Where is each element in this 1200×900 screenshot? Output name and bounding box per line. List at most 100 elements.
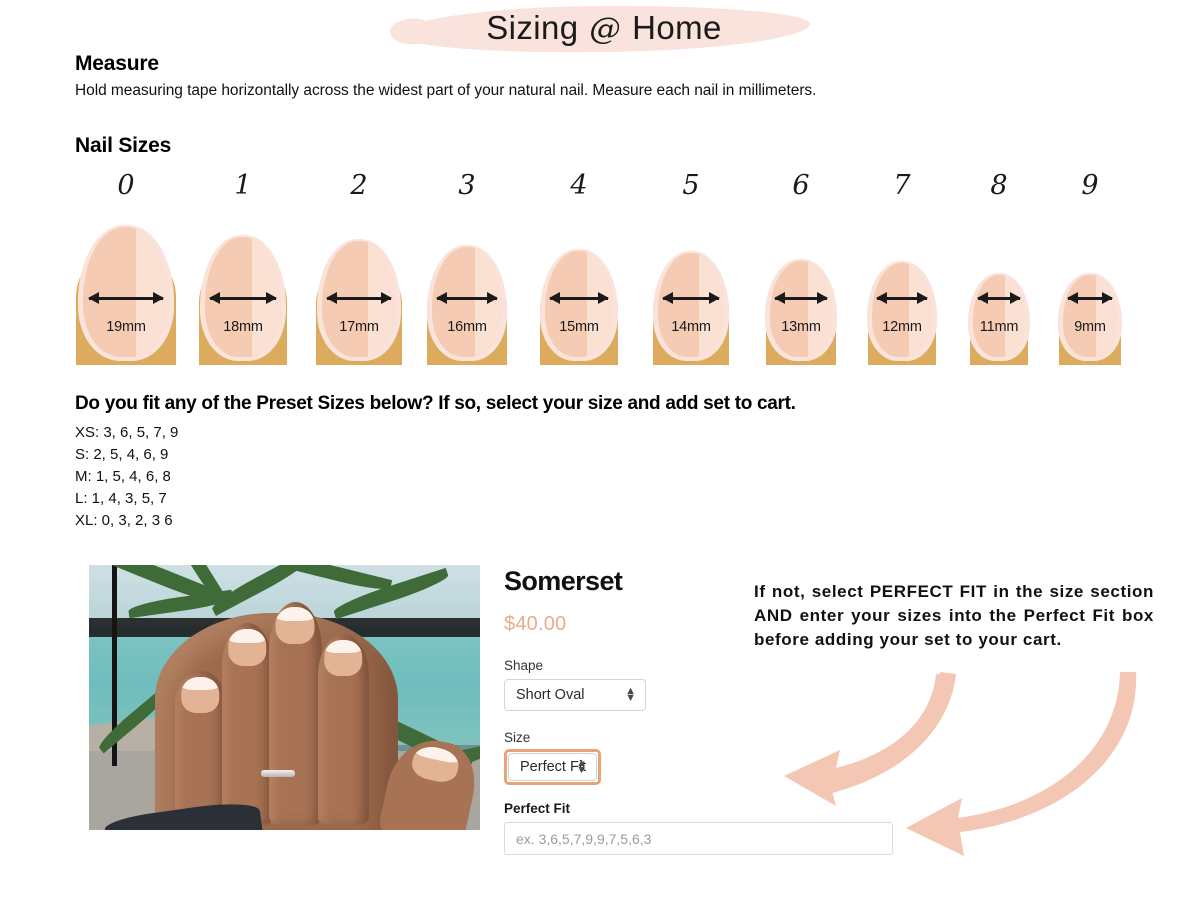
perfect-fit-label: Perfect Fit (504, 801, 571, 816)
nail-highlight (808, 261, 832, 357)
arrow-head-right-icon (598, 291, 609, 304)
nail-size-number: 3 (458, 170, 476, 201)
finger-nail (181, 676, 220, 713)
arrow-head-right-icon (917, 291, 928, 304)
arrow-head-left-icon (326, 291, 337, 304)
finger (317, 633, 369, 825)
nail-measurement-label: 16mm (447, 319, 487, 335)
product-price: $40.00 (504, 613, 567, 635)
arrow-head-right-icon (266, 291, 277, 304)
nail-measurement-label: 17mm (339, 319, 379, 335)
arrow-head-left-icon (1067, 291, 1078, 304)
nail-size-chart: 0 19mm 1 18mm 2 17mm 3 16mm 4 15mm 5 14mm 6 13mm 7 12mm… (0, 170, 1200, 365)
sizing-guide-page: Sizing @ Home Measure Hold measuring tap… (0, 0, 1200, 900)
finger-nail (228, 629, 267, 666)
arrow-head-left-icon (436, 291, 447, 304)
nail-plate (1063, 275, 1117, 357)
measurement-arrow (88, 291, 164, 305)
measurement-arrow (662, 291, 720, 305)
nail-measurement-label: 9mm (1074, 319, 1106, 335)
at-symbol-icon: @ (589, 12, 622, 47)
finger-nail (275, 606, 315, 645)
nail-plate (658, 253, 724, 357)
nail-sizes-heading: Nail Sizes (75, 134, 172, 157)
measure-heading: Measure (75, 52, 159, 75)
shape-select-value: Short Oval (516, 687, 585, 703)
page-title-banner: Sizing @ Home (0, 0, 1200, 58)
chevron-updown-icon: ▲ ▼ (576, 757, 587, 776)
arrow-to-size-select (784, 674, 952, 806)
product-photo (89, 565, 480, 830)
page-title: Sizing @ Home (398, 9, 810, 47)
arrow-head-right-icon (1010, 291, 1021, 304)
arrow-head-left-icon (88, 291, 99, 304)
nail-size-number: 2 (350, 170, 368, 201)
nail-measurement-label: 15mm (559, 319, 599, 335)
arrow-head-right-icon (817, 291, 828, 304)
nail-plate (973, 275, 1025, 357)
arrow-head-right-icon (1102, 291, 1113, 304)
finger (221, 623, 273, 825)
nail-plate (872, 263, 932, 357)
arrow-head-right-icon (153, 291, 164, 304)
nail-size-number: 5 (682, 170, 700, 201)
arrow-head-left-icon (977, 291, 988, 304)
arrow-to-size-select-shaft (816, 672, 956, 796)
size-label: Size (504, 730, 531, 745)
preset-sizes-list: XS: 3, 6, 5, 7, 9 S: 2, 5, 4, 6, 9 M: 1, 5… (75, 422, 178, 532)
nail-measurement-label: 11mm (979, 319, 1019, 335)
arrow-head-right-icon (381, 291, 392, 304)
nail-highlight (698, 253, 724, 357)
thumb-nail (409, 742, 463, 786)
arrow-shaft (89, 296, 163, 300)
measurement-arrow (1067, 291, 1113, 305)
shape-select[interactable]: Short Oval ▲ ▼ (504, 679, 646, 711)
nail-size-number: 4 (570, 170, 588, 201)
measurement-arrow (209, 291, 277, 305)
arrow-head-right-icon (487, 291, 498, 304)
shape-label: Shape (504, 658, 544, 673)
chevron-updown-icon: ▲ ▼ (625, 685, 636, 704)
preset-size-row: M: 1, 5, 4, 6, 8 (75, 468, 171, 485)
nail-size-number: 9 (1081, 170, 1099, 201)
preset-sizes-heading: Do you fit any of the Preset Sizes below… (75, 393, 796, 414)
finger (268, 602, 322, 825)
arrow-head-left-icon (549, 291, 560, 304)
measurement-arrow (977, 291, 1021, 305)
preset-size-row: S: 2, 5, 4, 6, 9 (75, 446, 169, 463)
nail-size-item: 3 16mm (407, 170, 527, 365)
measurement-arrow (549, 291, 609, 305)
ring (261, 770, 296, 777)
nail-measurement-label: 13mm (781, 319, 821, 335)
nail-size-item: 9 9mm (1030, 170, 1150, 365)
perfect-fit-note: If not, select PERFECT FIT in the size s… (754, 582, 1154, 649)
arrow-head-right-icon (709, 291, 720, 304)
nail-measurement-label: 18mm (223, 319, 263, 335)
nail-highlight (1096, 275, 1117, 357)
nail-size-item: 4 15mm (519, 170, 639, 365)
measure-instructions: Hold measuring tape horizontally across … (75, 82, 817, 99)
preset-size-row: L: 1, 4, 3, 5, 7 (75, 490, 167, 507)
measurement-arrow (326, 291, 392, 305)
preset-size-row: XL: 0, 3, 2, 3 6 (75, 512, 173, 529)
nail-size-item: 0 19mm (66, 170, 186, 365)
nail-measurement-label: 19mm (106, 319, 146, 335)
finger-nail (324, 639, 362, 676)
nail-size-item: 2 17mm (299, 170, 419, 365)
perfect-fit-input[interactable]: ex. 3,6,5,7,9,9,7,5,6,3 (504, 822, 893, 855)
arrow-head-left-icon (662, 291, 673, 304)
product-name: Somerset (504, 566, 623, 596)
arrow-head-left-icon (209, 291, 220, 304)
nail-size-number: 0 (117, 170, 135, 201)
size-select[interactable]: Perfect Fit ▲ ▼ (508, 753, 597, 781)
page-title-before: Sizing (486, 9, 589, 46)
measurement-arrow (774, 291, 828, 305)
arrow-to-perfect-fit (906, 672, 1137, 856)
measurement-arrow (876, 291, 928, 305)
finger (175, 671, 226, 820)
nail-measurement-label: 12mm (882, 319, 922, 335)
arrow-head-left-icon (774, 291, 785, 304)
preset-size-row: XS: 3, 6, 5, 7, 9 (75, 424, 179, 441)
nail-measurement-label: 14mm (671, 319, 711, 335)
nail-plate (770, 261, 832, 357)
